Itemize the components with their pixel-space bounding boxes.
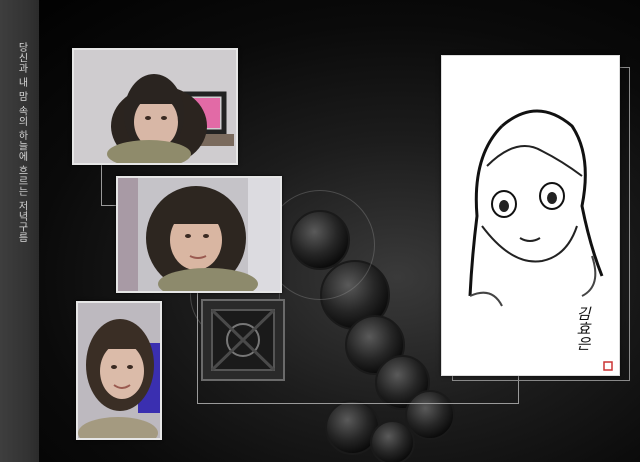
sidebar: 당신과 내 맘 속의 하늘에 흐르는 저녁구름 [0, 0, 39, 462]
portrait-image [78, 303, 160, 438]
sketch-panel: 김효은 [441, 55, 620, 376]
photo-middle [116, 176, 282, 293]
photo-bottom [76, 301, 162, 440]
portrait-image [74, 50, 236, 163]
lens-shape [370, 420, 415, 462]
portrait-image [118, 178, 280, 291]
photo-top [72, 48, 238, 165]
stage: 당신과 내 맘 속의 하늘에 흐르는 저녁구름 김효은 [0, 0, 640, 462]
sidebar-caption: 당신과 내 맘 속의 하늘에 흐르는 저녁구름 [16, 42, 27, 243]
connector-line [160, 292, 198, 344]
sketch-signature: 김효은 [574, 306, 592, 351]
